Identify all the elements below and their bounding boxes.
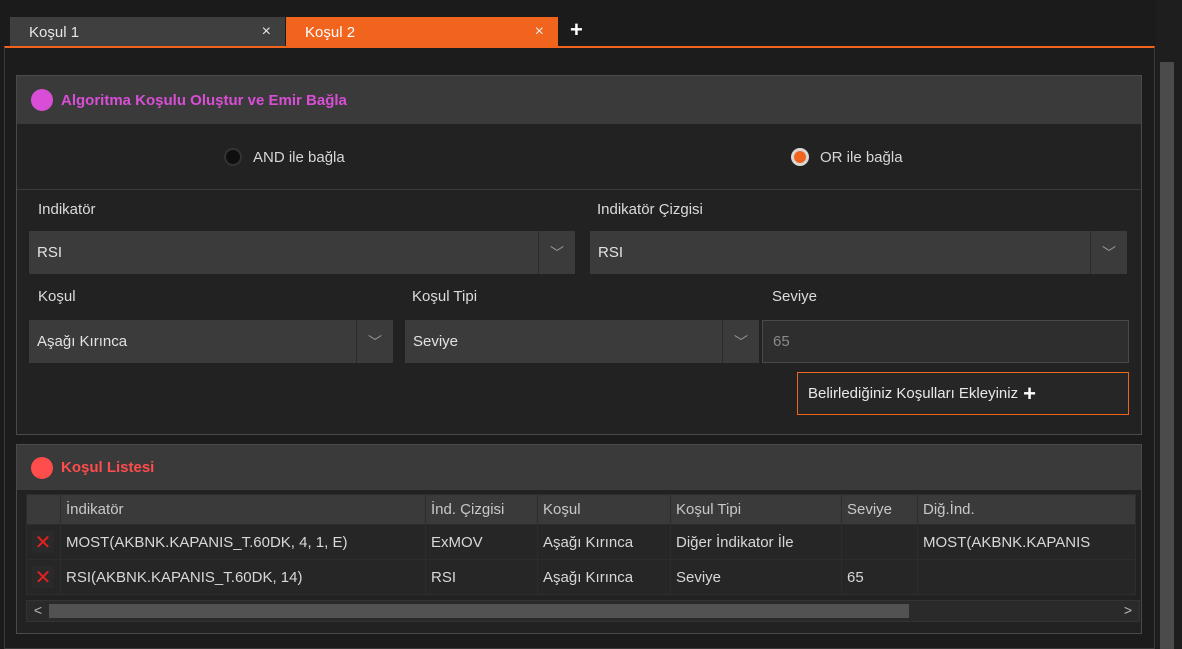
cell-kosul-tipi: Diğer İndikator İle xyxy=(670,524,842,560)
tab-label: Koşul 1 xyxy=(29,23,80,41)
list-panel-title: Koşul Listesi xyxy=(61,459,155,476)
kosul-label: Koşul xyxy=(38,288,76,305)
col-delete xyxy=(26,494,61,525)
seviye-value: 65 xyxy=(773,333,790,350)
kosul-value: Aşağı Kırınca xyxy=(37,333,128,350)
indikator-cizgisi-select[interactable]: RSI ﹀ xyxy=(590,231,1127,274)
kosul-tipi-label: Koşul Tipi xyxy=(412,288,478,305)
col-indikator[interactable]: İndikatör xyxy=(60,494,426,525)
chevron-down-icon[interactable]: ﹀ xyxy=(356,320,393,363)
close-icon[interactable]: × xyxy=(535,23,544,41)
radio-checked-icon[interactable] xyxy=(791,148,809,166)
scrollbar-thumb[interactable] xyxy=(49,604,909,618)
kosul-tipi-select[interactable]: Seviye ﹀ xyxy=(405,320,759,363)
indikator-value: RSI xyxy=(37,244,63,261)
radio-or[interactable]: OR ile bağla xyxy=(791,148,903,166)
cell-kosul: Aşağı Kırınca xyxy=(537,524,671,560)
radio-and-label: AND ile bağla xyxy=(253,148,345,166)
chevron-down-icon[interactable]: ﹀ xyxy=(1090,231,1127,274)
cell-dig-ind: MOST(AKBNK.KAPANIS xyxy=(917,524,1136,560)
radio-group: AND ile bağla OR ile bağla xyxy=(17,124,1141,190)
condition-table: İndikatör İnd. Çizgisi Koşul Koşul Tipi … xyxy=(26,494,1136,595)
scroll-right-icon[interactable]: > xyxy=(1119,602,1137,620)
chevron-down-icon[interactable]: ﹀ xyxy=(538,231,575,274)
horizontal-scrollbar[interactable]: < > xyxy=(26,600,1140,622)
add-tab-button[interactable]: + xyxy=(570,18,583,42)
table-row[interactable]: ✕ MOST(AKBNK.KAPANIS_T.60DK, 4, 1, E) Ex… xyxy=(26,524,1136,560)
cell-dig-ind xyxy=(917,559,1136,595)
scroll-left-icon[interactable]: < xyxy=(29,602,47,620)
circle-icon xyxy=(31,89,53,111)
list-panel-header: Koşul Listesi xyxy=(17,445,1141,490)
delete-icon[interactable]: ✕ xyxy=(32,531,54,554)
add-conditions-label: Belirlediğiniz Koşulları Ekleyiniz xyxy=(808,385,1019,402)
kosul-tipi-value: Seviye xyxy=(413,333,459,350)
condition-form: Indikatör RSI ﹀ Indikatör Çizgisi RSI ﹀ … xyxy=(17,190,1141,435)
cell-kosul: Aşağı Kırınca xyxy=(537,559,671,595)
delete-icon[interactable]: ✕ xyxy=(32,566,54,589)
cell-indikator: RSI(AKBNK.KAPANIS_T.60DK, 14) xyxy=(60,559,426,595)
col-ind-cizgisi[interactable]: İnd. Çizgisi xyxy=(425,494,538,525)
seviye-label: Seviye xyxy=(772,288,818,305)
circle-icon xyxy=(31,456,53,479)
scrollbar-thumb[interactable] xyxy=(1160,62,1174,649)
cell-seviye: 65 xyxy=(841,559,918,595)
condition-list-panel: Koşul Listesi İndikatör İnd. Çizgisi Koş… xyxy=(16,444,1142,634)
col-seviye[interactable]: Seviye xyxy=(841,494,918,525)
indikator-label: Indikatör xyxy=(38,201,96,218)
table-row[interactable]: ✕ RSI(AKBNK.KAPANIS_T.60DK, 14) RSI Aşağ… xyxy=(26,559,1136,595)
tab-kosul-1[interactable]: Koşul 1 × xyxy=(10,17,285,47)
cell-indikator: MOST(AKBNK.KAPANIS_T.60DK, 4, 1, E) xyxy=(60,524,426,560)
algo-panel-header: Algoritma Koşulu Oluştur ve Emir Bağla xyxy=(17,76,1141,124)
indikator-select[interactable]: RSI ﹀ xyxy=(29,231,575,274)
main-frame: Algoritma Koşulu Oluştur ve Emir Bağla A… xyxy=(4,46,1155,649)
algo-panel: Algoritma Koşulu Oluştur ve Emir Bağla A… xyxy=(16,75,1142,435)
delete-cell: ✕ xyxy=(26,524,61,560)
col-dig-ind[interactable]: Diğ.İnd. xyxy=(917,494,1136,525)
cell-ind-cizgisi: RSI xyxy=(425,559,538,595)
col-kosul[interactable]: Koşul xyxy=(537,494,671,525)
plus-icon: + xyxy=(1023,380,1036,406)
indikator-cizgisi-label: Indikatör Çizgisi xyxy=(597,201,703,218)
tab-label: Koşul 2 xyxy=(305,23,356,41)
cell-ind-cizgisi: ExMOV xyxy=(425,524,538,560)
delete-cell: ✕ xyxy=(26,559,61,595)
cell-seviye xyxy=(841,524,918,560)
seviye-input[interactable]: 65 xyxy=(762,320,1129,363)
col-kosul-tipi[interactable]: Koşul Tipi xyxy=(670,494,842,525)
radio-or-label: OR ile bağla xyxy=(820,148,903,166)
kosul-select[interactable]: Aşağı Kırınca ﹀ xyxy=(29,320,393,363)
indikator-cizgisi-value: RSI xyxy=(598,244,624,261)
tab-kosul-2[interactable]: Koşul 2 × xyxy=(286,17,558,47)
vertical-scrollbar[interactable] xyxy=(1156,0,1182,649)
cell-kosul-tipi: Seviye xyxy=(670,559,842,595)
algo-panel-title: Algoritma Koşulu Oluştur ve Emir Bağla xyxy=(61,91,347,109)
radio-and[interactable]: AND ile bağla xyxy=(224,148,345,166)
add-conditions-button[interactable]: Belirlediğiniz Koşulları Ekleyiniz + xyxy=(797,372,1129,415)
chevron-down-icon[interactable]: ﹀ xyxy=(722,320,759,363)
close-icon[interactable]: × xyxy=(262,23,271,41)
table-header-row: İndikatör İnd. Çizgisi Koşul Koşul Tipi … xyxy=(26,494,1136,525)
radio-unchecked-icon[interactable] xyxy=(224,148,242,166)
